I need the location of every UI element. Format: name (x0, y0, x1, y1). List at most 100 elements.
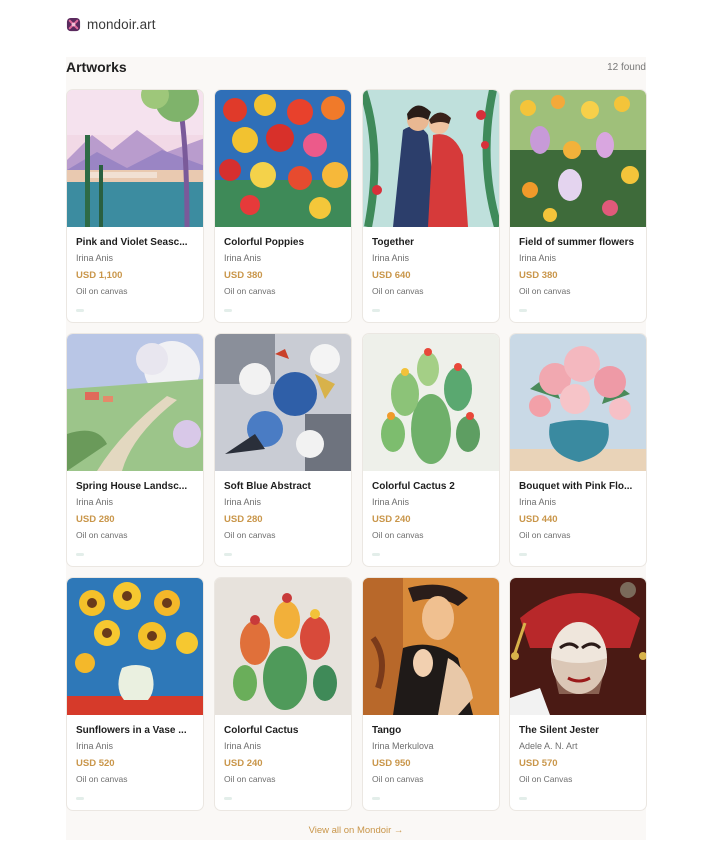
artwork-thumbnail-colorful-cactus (215, 578, 351, 715)
artwork-title[interactable]: Together (372, 237, 493, 248)
artwork-price: USD 440 (519, 514, 558, 525)
artwork-artist: Adele A. N. Art (519, 741, 578, 751)
artwork-price: USD 240 (372, 514, 411, 525)
artwork-artist: Irina Anis (519, 497, 557, 507)
artwork-card[interactable]: Colorful Poppies Irina Anis USD 380 Oil … (214, 89, 352, 323)
artwork-medium: Oil on canvas (224, 530, 276, 540)
artwork-thumbnail-soft-blue-abstract (215, 334, 351, 471)
artwork-image[interactable] (510, 334, 646, 471)
artwork-thumbnail-seascape (67, 90, 203, 227)
card-indicator (372, 309, 380, 312)
artwork-thumbnail-poppies (215, 90, 351, 227)
artwork-image[interactable] (363, 90, 499, 227)
artwork-medium: Oil on canvas (76, 286, 128, 296)
artwork-image[interactable] (67, 334, 203, 471)
artwork-title[interactable]: Colorful Cactus (224, 725, 345, 736)
artwork-card[interactable]: Tango Irina Merkulova USD 950 Oil on can… (362, 577, 500, 811)
artwork-medium: Oil on canvas (372, 286, 424, 296)
artwork-artist: Irina Anis (76, 741, 114, 751)
artwork-title[interactable]: Colorful Poppies (224, 237, 345, 248)
artwork-image[interactable] (510, 90, 646, 227)
artworks-panel: Artworks 12 found Pink and Violet Seasc.… (66, 57, 647, 840)
artwork-price: USD 570 (519, 758, 558, 769)
artwork-artist: Irina Anis (224, 253, 262, 263)
artwork-thumbnail-tango (363, 578, 499, 715)
artwork-title[interactable]: Spring House Landsc... (76, 481, 197, 492)
artwork-medium: Oil on canvas (76, 530, 128, 540)
card-indicator (372, 797, 380, 800)
artwork-medium: Oil on canvas (372, 530, 424, 540)
artwork-image[interactable] (215, 578, 351, 715)
artwork-card[interactable]: Spring House Landsc... Irina Anis USD 28… (66, 333, 204, 567)
artwork-title[interactable]: The Silent Jester (519, 725, 640, 736)
artwork-price: USD 520 (76, 758, 115, 769)
artwork-medium: Oil on canvas (224, 286, 276, 296)
artwork-card[interactable]: Colorful Cactus Irina Anis USD 240 Oil o… (214, 577, 352, 811)
artwork-image[interactable] (363, 578, 499, 715)
artwork-medium: Oil on canvas (519, 286, 571, 296)
artwork-card[interactable]: Sunflowers in a Vase ... Irina Anis USD … (66, 577, 204, 811)
artwork-price: USD 950 (372, 758, 411, 769)
artwork-card[interactable]: The Silent Jester Adele A. N. Art USD 57… (509, 577, 647, 811)
artwork-thumbnail-colorful-cactus-2 (363, 334, 499, 471)
artwork-card[interactable]: Soft Blue Abstract Irina Anis USD 280 Oi… (214, 333, 352, 567)
artwork-thumbnail-silent-jester (510, 578, 646, 715)
artwork-title[interactable]: Soft Blue Abstract (224, 481, 345, 492)
artwork-thumbnail-spring-house (67, 334, 203, 471)
artwork-artist: Irina Anis (519, 253, 557, 263)
artwork-thumbnail-sunflowers (67, 578, 203, 715)
view-all-link[interactable]: View all on Mondoir → (66, 825, 646, 836)
brand-name[interactable]: mondoir.art (87, 17, 156, 32)
artwork-medium: Oil on Canvas (519, 774, 573, 784)
artwork-image[interactable] (215, 334, 351, 471)
artwork-title[interactable]: Colorful Cactus 2 (372, 481, 493, 492)
artwork-image[interactable] (215, 90, 351, 227)
artwork-price: USD 280 (224, 514, 263, 525)
card-indicator (224, 553, 232, 556)
card-indicator (372, 553, 380, 556)
artwork-artist: Irina Anis (372, 253, 410, 263)
artwork-artist: Irina Anis (224, 741, 262, 751)
artwork-image[interactable] (363, 334, 499, 471)
artwork-medium: Oil on canvas (519, 530, 571, 540)
card-indicator (76, 553, 84, 556)
artwork-price: USD 1,100 (76, 270, 123, 281)
brand-header[interactable]: mondoir.art (66, 14, 156, 34)
card-indicator (76, 309, 84, 312)
artwork-title[interactable]: Pink and Violet Seasc... (76, 237, 197, 248)
artwork-title[interactable]: Field of summer flowers (519, 237, 640, 248)
artwork-artist: Irina Anis (372, 497, 410, 507)
artwork-card[interactable]: Pink and Violet Seasc... Irina Anis USD … (66, 89, 204, 323)
card-indicator (76, 797, 84, 800)
artwork-artist: Irina Anis (76, 253, 114, 263)
artwork-image[interactable] (67, 90, 203, 227)
artwork-artist: Irina Merkulova (372, 741, 434, 751)
artwork-card[interactable]: Bouquet with Pink Flo... Irina Anis USD … (509, 333, 647, 567)
artwork-card[interactable]: Field of summer flowers Irina Anis USD 3… (509, 89, 647, 323)
artwork-price: USD 280 (76, 514, 115, 525)
card-indicator (224, 797, 232, 800)
artwork-card[interactable]: Colorful Cactus 2 Irina Anis USD 240 Oil… (362, 333, 500, 567)
artwork-title[interactable]: Tango (372, 725, 493, 736)
artwork-title[interactable]: Bouquet with Pink Flo... (519, 481, 640, 492)
artwork-thumbnail-together (363, 90, 499, 227)
card-indicator (224, 309, 232, 312)
artwork-artist: Irina Anis (76, 497, 114, 507)
artwork-thumbnail-pink-bouquet (510, 334, 646, 471)
artwork-medium: Oil on canvas (372, 774, 424, 784)
artwork-image[interactable] (510, 578, 646, 715)
card-indicator (519, 553, 527, 556)
artwork-price: USD 240 (224, 758, 263, 769)
card-indicator (519, 309, 527, 312)
artwork-image[interactable] (67, 578, 203, 715)
results-count: 12 found (607, 62, 646, 73)
logo-mark-icon (66, 17, 81, 31)
artwork-medium: Oil on canvas (224, 774, 276, 784)
card-indicator (519, 797, 527, 800)
artwork-card[interactable]: Together Irina Anis USD 640 Oil on canva… (362, 89, 500, 323)
section-title: Artworks (66, 59, 127, 75)
artwork-price: USD 380 (224, 270, 263, 281)
artwork-title[interactable]: Sunflowers in a Vase ... (76, 725, 197, 736)
artwork-price: USD 640 (372, 270, 411, 281)
artwork-thumbnail-summer-flowers (510, 90, 646, 227)
